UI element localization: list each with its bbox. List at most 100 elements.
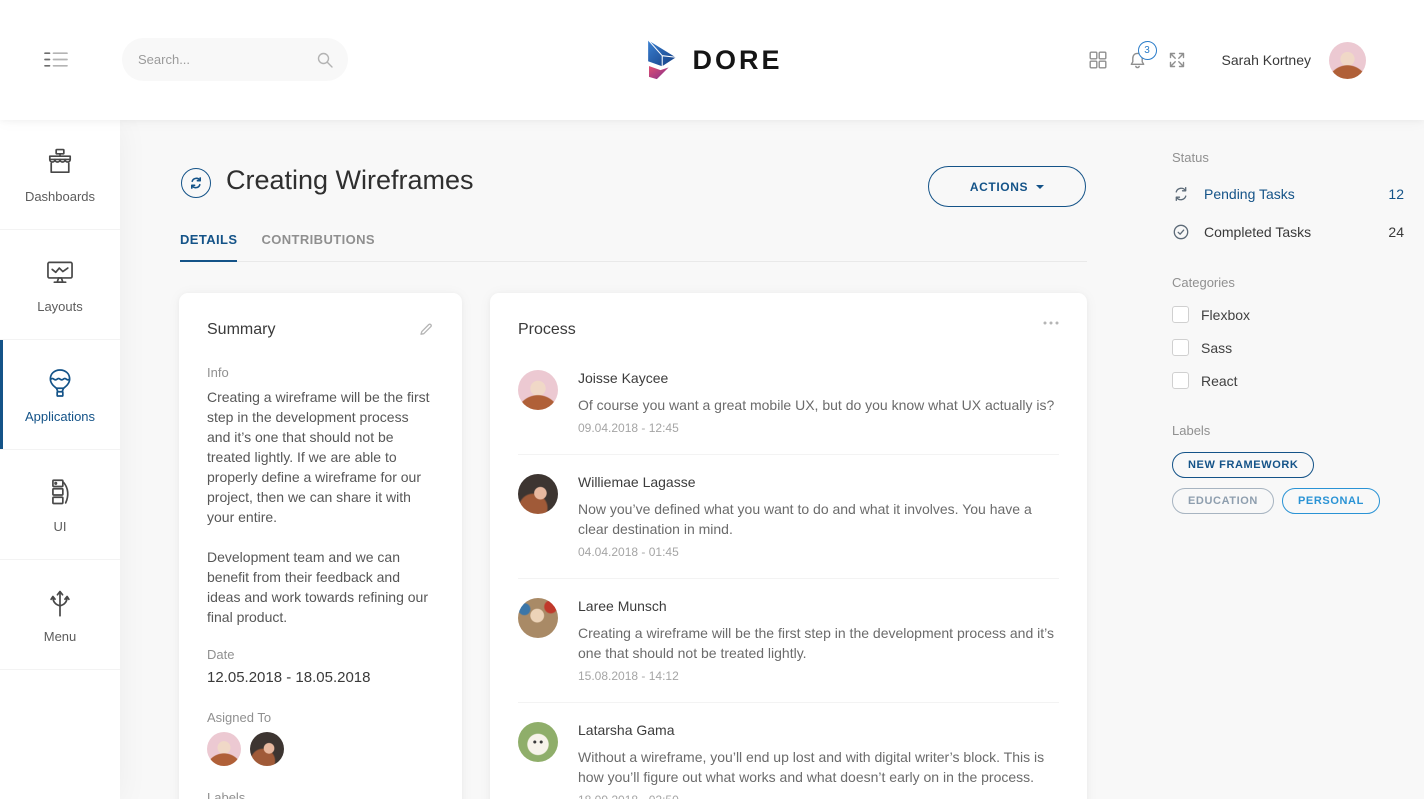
header-actions: 3 Sarah Kortney [1089, 0, 1367, 120]
assignee-avatar [207, 732, 241, 766]
tab-contributions[interactable]: CONTRIBUTIONS [261, 232, 375, 261]
page-title: Creating Wireframes [226, 165, 474, 196]
label-badge-personal[interactable]: PERSONAL [1282, 488, 1380, 514]
process-card: Process Joisse Kaycee Of course you want… [490, 293, 1087, 799]
grid-icon [1089, 51, 1107, 69]
commenter-name: Williemae Lagasse [578, 474, 1059, 490]
summary-card: Summary Info Creating a wireframe will b… [179, 293, 462, 799]
comment-text: Of course you want a great mobile UX, bu… [578, 395, 1054, 415]
category-label: React [1201, 373, 1238, 389]
hot-air-balloon-icon [43, 366, 77, 400]
status-row-value: 12 [1388, 186, 1404, 202]
refresh-icon [189, 176, 203, 190]
info-label: Info [207, 365, 434, 380]
fullscreen-button[interactable] [1168, 51, 1186, 69]
process-entry: Williemae Lagasse Now you’ve defined wha… [518, 455, 1059, 579]
ellipsis-icon [1043, 321, 1059, 325]
right-panel: Status Pending Tasks 12 Completed Tasks … [1172, 150, 1404, 548]
process-entry: Latarsha Gama Without a wireframe, you’l… [518, 703, 1059, 799]
search-input[interactable] [138, 52, 316, 67]
notification-badge: 3 [1138, 41, 1157, 60]
caret-down-icon [1036, 185, 1044, 189]
edit-button[interactable] [418, 321, 434, 337]
commenter-avatar [518, 598, 558, 638]
refresh-button[interactable] [181, 168, 211, 198]
category-checkbox-react[interactable] [1172, 372, 1189, 389]
date-value: 12.05.2018 - 18.05.2018 [207, 669, 434, 686]
storefront-icon [43, 146, 77, 180]
assigned-label: Asigned To [207, 710, 434, 725]
status-label: Status [1172, 150, 1404, 165]
search-icon[interactable] [316, 51, 334, 69]
swatches-icon [43, 476, 77, 510]
apps-grid-button[interactable] [1089, 51, 1107, 69]
sidebar-item-label: Applications [25, 409, 95, 424]
search-box [122, 38, 348, 81]
sidebar-item-layouts[interactable]: Layouts [0, 230, 120, 340]
sidebar-item-label: Menu [44, 629, 77, 644]
sync-icon [1172, 185, 1190, 203]
labels-label: Labels [207, 790, 434, 799]
tab-label: CONTRIBUTIONS [261, 232, 375, 247]
category-checkbox-flexbox[interactable] [1172, 306, 1189, 323]
process-title: Process [518, 321, 576, 339]
assignee-avatar [250, 732, 284, 766]
commenter-avatar [518, 722, 558, 762]
sidebar-item-label: Layouts [37, 299, 83, 314]
user-name[interactable]: Sarah Kortney [1222, 52, 1312, 68]
pencil-icon [418, 321, 434, 337]
fork-arrows-icon [43, 586, 77, 620]
summary-paragraph: Creating a wireframe will be the first s… [207, 387, 434, 527]
user-avatar[interactable] [1329, 42, 1366, 79]
tabs: DETAILS CONTRIBUTIONS [180, 232, 1087, 262]
comment-date: 15.08.2018 - 14:12 [578, 669, 1059, 683]
logo-text: DORE [692, 45, 782, 76]
sidebar-item-label: Dashboards [25, 189, 95, 204]
status-row-pending[interactable]: Pending Tasks 12 [1172, 185, 1404, 203]
comment-date: 04.04.2018 - 01:45 [578, 545, 1059, 559]
logo[interactable]: DORE [641, 0, 782, 120]
top-navbar: DORE 3 Sarah Kortney [0, 0, 1424, 120]
commenter-avatar [518, 370, 558, 410]
notifications-button[interactable]: 3 [1128, 51, 1147, 70]
category-row-react[interactable]: React [1172, 372, 1404, 389]
category-checkbox-sass[interactable] [1172, 339, 1189, 356]
category-label: Sass [1201, 340, 1232, 356]
category-row-sass[interactable]: Sass [1172, 339, 1404, 356]
date-label: Date [207, 647, 434, 662]
comment-text: Creating a wireframe will be the first s… [578, 623, 1059, 663]
main-content: Creating Wireframes ACTIONS DETAILS CONT… [120, 120, 1424, 799]
comment-text: Now you’ve defined what you want to do a… [578, 499, 1059, 539]
sidebar-item-dashboards[interactable]: Dashboards [0, 120, 120, 230]
sidebar-item-menu[interactable]: Menu [0, 560, 120, 670]
sidebar-item-label: UI [54, 519, 67, 534]
label-badge-new-framework[interactable]: NEW FRAMEWORK [1172, 452, 1314, 478]
category-label: Flexbox [1201, 307, 1250, 323]
actions-button[interactable]: ACTIONS [928, 166, 1086, 207]
logo-icon [641, 38, 679, 82]
commenter-avatar [518, 474, 558, 514]
status-row-label: Pending Tasks [1204, 186, 1295, 202]
status-row-label: Completed Tasks [1204, 224, 1311, 240]
menu-toggle-button[interactable] [44, 51, 68, 68]
tab-details[interactable]: DETAILS [180, 232, 237, 262]
monitor-icon [43, 256, 77, 290]
status-row-completed[interactable]: Completed Tasks 24 [1172, 223, 1404, 241]
menu-icon [44, 51, 68, 68]
label-badge-education[interactable]: EDUCATION [1172, 488, 1274, 514]
labels-label: Labels [1172, 423, 1404, 438]
status-row-value: 24 [1388, 224, 1404, 240]
summary-paragraph: Development team and we can benefit from… [207, 547, 434, 627]
actions-button-label: ACTIONS [970, 180, 1028, 194]
comment-text: Without a wireframe, you’ll end up lost … [578, 747, 1059, 787]
commenter-name: Latarsha Gama [578, 722, 1059, 738]
sidebar-item-ui[interactable]: UI [0, 450, 120, 560]
sidebar: Dashboards Layouts Applications [0, 120, 120, 799]
more-options-button[interactable] [1043, 321, 1059, 325]
category-row-flexbox[interactable]: Flexbox [1172, 306, 1404, 323]
comment-date: 18.09.2018 - 02:50 [578, 793, 1059, 799]
commenter-name: Joisse Kaycee [578, 370, 1054, 386]
process-entry: Joisse Kaycee Of course you want a great… [518, 351, 1059, 455]
sidebar-item-applications[interactable]: Applications [0, 340, 120, 450]
process-entry: Laree Munsch Creating a wireframe will b… [518, 579, 1059, 703]
